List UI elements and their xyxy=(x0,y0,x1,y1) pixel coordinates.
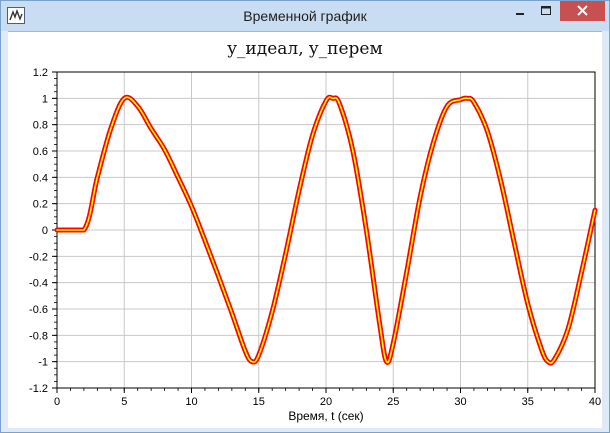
x-axis-label: Время, t (сек) xyxy=(288,409,363,423)
y-tick-label: -0.8 xyxy=(29,330,48,342)
y-tick-label: 0.6 xyxy=(33,146,48,158)
y-tick-label: 0.2 xyxy=(33,199,48,211)
y-tick-label: 0.8 xyxy=(33,120,48,132)
y-tick-label: -1 xyxy=(38,357,48,369)
x-tick-label: 35 xyxy=(522,396,534,408)
y-tick-label: -1.2 xyxy=(29,383,48,395)
maximize-button[interactable] xyxy=(533,1,559,21)
x-tick-label: 15 xyxy=(253,396,265,408)
y-tick-label: 1.2 xyxy=(33,67,48,79)
x-tick-label: 0 xyxy=(54,396,60,408)
minimize-icon xyxy=(516,13,524,15)
minimize-button[interactable] xyxy=(507,1,533,21)
chart-area: y_идеал, y_перем 1.2 1 0.8 0.6 0.4 0.2 0 -0.2 -0… xyxy=(8,31,602,428)
y-tick-label: 0.4 xyxy=(33,172,48,184)
x-tick-label: 30 xyxy=(454,396,466,408)
y-tick-label: -0.6 xyxy=(29,304,48,316)
x-tick-label: 5 xyxy=(121,396,127,408)
title-bar[interactable]: Временной график xyxy=(1,1,609,31)
x-tick-label: 20 xyxy=(320,396,332,408)
close-icon xyxy=(577,5,588,16)
y-tick-label: 0 xyxy=(42,225,48,237)
line-chart: 1.2 1 0.8 0.6 0.4 0.2 0 -0.2 -0.4 -0.6 -0.8 -1 -1.2 0… xyxy=(29,67,601,423)
y-tick-label: -0.2 xyxy=(29,251,48,263)
close-button[interactable] xyxy=(560,1,605,21)
x-tick-label: 10 xyxy=(185,396,197,408)
maximize-icon xyxy=(541,6,551,15)
y-tick-label: 1 xyxy=(42,93,48,105)
y-tick-label: -0.4 xyxy=(29,278,48,290)
x-tick-label: 25 xyxy=(387,396,399,408)
graph-window: Временной график y_идеал, y_перем 1.2 1 0.… xyxy=(0,0,610,433)
x-tick-label: 40 xyxy=(589,396,601,408)
